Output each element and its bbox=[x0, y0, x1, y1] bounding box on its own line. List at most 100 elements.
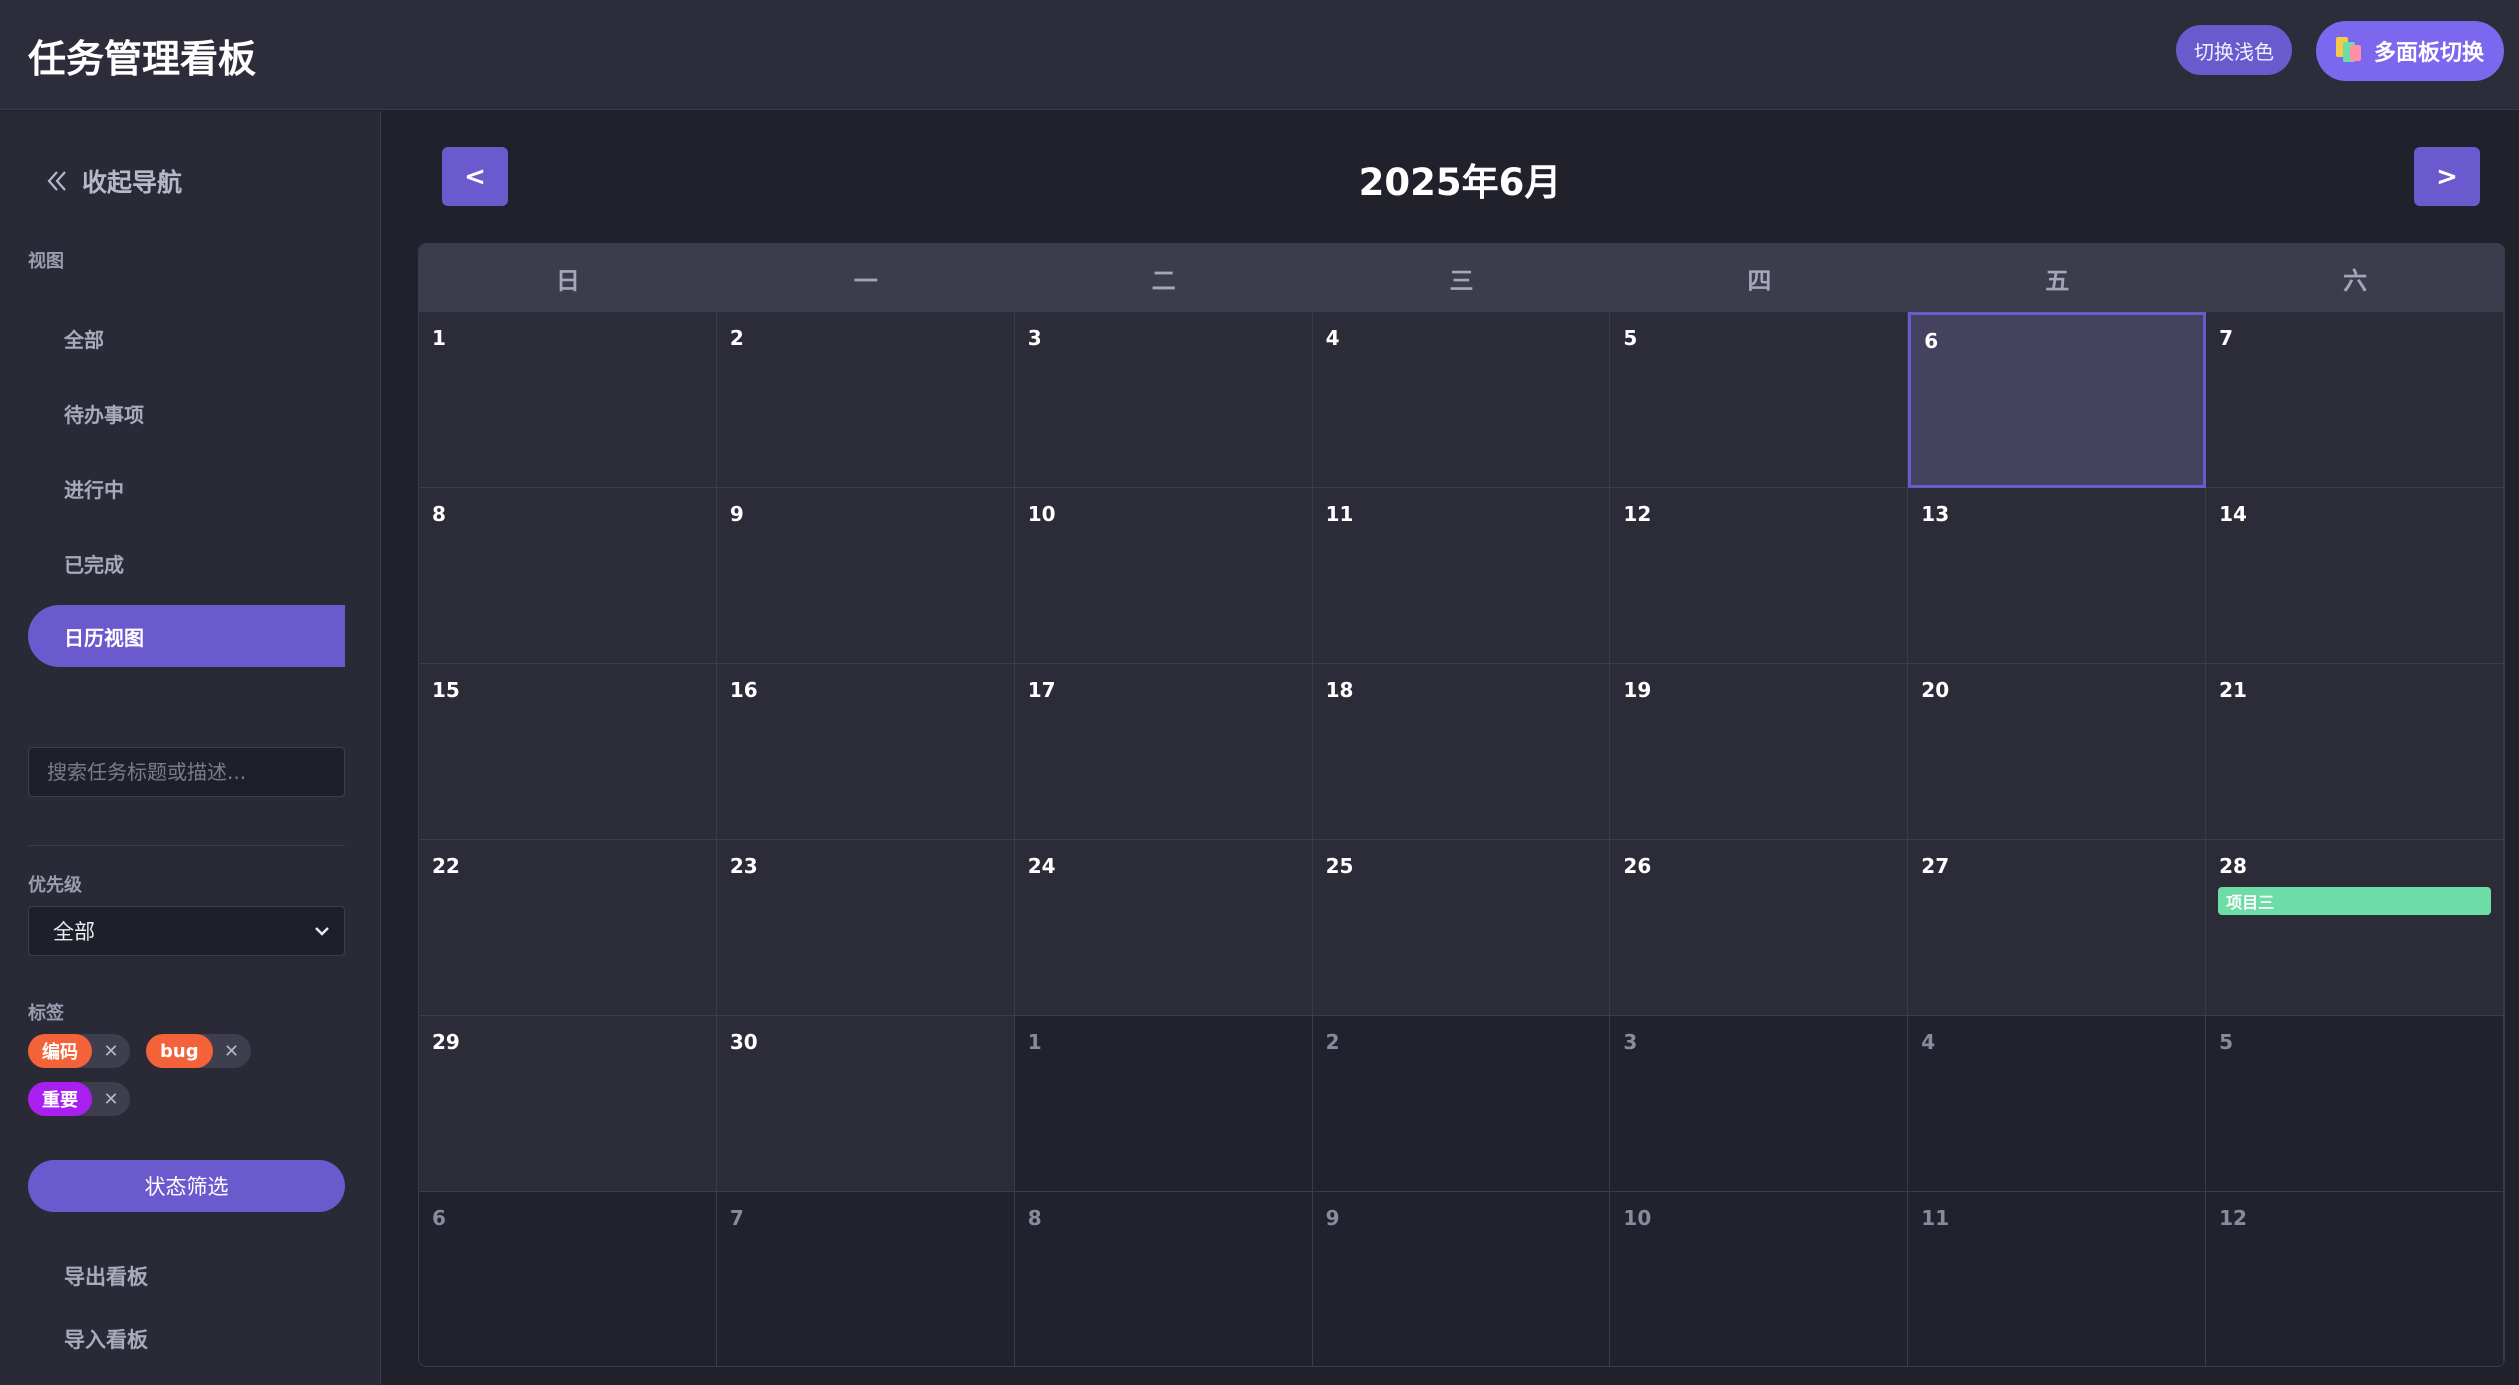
multi-board-label: 多面板切换 bbox=[2373, 41, 2484, 66]
month-title: 2025年6月 bbox=[1358, 161, 1562, 204]
calendar-day[interactable]: 10 bbox=[1014, 488, 1313, 664]
search-input[interactable] bbox=[28, 747, 345, 797]
day-number: 19 bbox=[1623, 678, 1652, 702]
nav-item-todo[interactable]: 待办事项 bbox=[28, 382, 345, 444]
day-number: 24 bbox=[1027, 854, 1056, 878]
calendar-day[interactable]: 2 bbox=[716, 312, 1015, 488]
calendar-event[interactable]: 项目三 bbox=[2218, 887, 2491, 915]
collapse-nav-button[interactable]: 收起导航 bbox=[46, 163, 182, 199]
calendar-day[interactable]: 5 bbox=[1610, 312, 1909, 488]
calendar-day[interactable]: 14 bbox=[2206, 488, 2504, 664]
tag-name: bug bbox=[146, 1034, 213, 1068]
day-number: 13 bbox=[1921, 502, 1950, 526]
calendar-day[interactable]: 11 bbox=[1312, 488, 1611, 664]
calendar-day[interactable]: 24 bbox=[1014, 840, 1313, 1016]
calendar-day[interactable]: 9 bbox=[716, 488, 1015, 664]
day-number: 17 bbox=[1027, 678, 1056, 702]
calendar-day[interactable]: 13 bbox=[1908, 488, 2207, 664]
day-number: 27 bbox=[1921, 854, 1950, 878]
calendar-day[interactable]: 9 bbox=[1312, 1192, 1611, 1366]
calendar-day[interactable]: 16 bbox=[716, 664, 1015, 840]
calendar-day[interactable]: 7 bbox=[2206, 312, 2504, 488]
calendar-day[interactable]: 5 bbox=[2206, 1016, 2504, 1192]
day-number: 22 bbox=[432, 854, 460, 878]
calendar-day[interactable]: 8 bbox=[419, 488, 717, 664]
calendar-day[interactable]: 4 bbox=[1908, 1016, 2207, 1192]
calendar-day-today[interactable]: 6 bbox=[1908, 312, 2207, 488]
export-board-link[interactable]: 导出看板 bbox=[64, 1261, 148, 1291]
day-number: 4 bbox=[1325, 326, 1340, 350]
day-number: 12 bbox=[1623, 502, 1652, 526]
weekday-label: 一 bbox=[853, 266, 878, 295]
day-number: 8 bbox=[432, 502, 446, 526]
nav-item-in-progress[interactable]: 进行中 bbox=[28, 457, 345, 519]
day-number: 14 bbox=[2219, 502, 2247, 526]
colored-panels-icon bbox=[2335, 37, 2362, 65]
calendar-day[interactable]: 10 bbox=[1610, 1192, 1909, 1366]
calendar-day[interactable]: 12 bbox=[2206, 1192, 2504, 1366]
day-number: 15 bbox=[432, 678, 460, 702]
day-number: 4 bbox=[1921, 1030, 1936, 1054]
prev-month-button[interactable]: < bbox=[442, 147, 508, 206]
close-icon[interactable]: ✕ bbox=[92, 1041, 130, 1062]
day-number: 21 bbox=[2219, 678, 2247, 702]
day-number: 5 bbox=[1623, 326, 1638, 350]
calendar-day[interactable]: 11 bbox=[1908, 1192, 2207, 1366]
calendar-day[interactable]: 30 bbox=[716, 1016, 1015, 1192]
close-icon[interactable]: ✕ bbox=[92, 1089, 130, 1110]
calendar-day[interactable]: 27 bbox=[1908, 840, 2207, 1016]
calendar-days: 1 2 3 4 5 6 7 8 9 10 11 12 13 14 15 16 17 18 19 20 21 22 23 24 2… bbox=[419, 312, 2504, 1366]
nav-item-done[interactable]: 已完成 bbox=[28, 532, 345, 594]
day-number: 7 bbox=[729, 1206, 744, 1230]
nav-item-all[interactable]: 全部 bbox=[28, 307, 345, 369]
day-number: 28 bbox=[2219, 854, 2247, 878]
day-number: 2 bbox=[729, 326, 744, 350]
next-month-button[interactable]: > bbox=[2414, 147, 2480, 206]
calendar-day[interactable]: 3 bbox=[1610, 1016, 1909, 1192]
calendar-day[interactable]: 25 bbox=[1312, 840, 1611, 1016]
calendar-day[interactable]: 8 bbox=[1014, 1192, 1313, 1366]
multi-board-button[interactable]: 多面板切换 bbox=[2316, 21, 2504, 81]
calendar-day[interactable]: 20 bbox=[1908, 664, 2207, 840]
calendar-day[interactable]: 15 bbox=[419, 664, 717, 840]
calendar-day[interactable]: 19 bbox=[1610, 664, 1909, 840]
day-number: 7 bbox=[2219, 326, 2234, 350]
calendar-day[interactable]: 7 bbox=[716, 1192, 1015, 1366]
calendar-day[interactable]: 23 bbox=[716, 840, 1015, 1016]
tags-label: 标签 bbox=[28, 1003, 64, 1024]
calendar-day[interactable]: 4 bbox=[1312, 312, 1611, 488]
calendar-day[interactable]: 22 bbox=[419, 840, 717, 1016]
calendar-day[interactable]: 26 bbox=[1610, 840, 1909, 1016]
day-number: 29 bbox=[432, 1030, 460, 1054]
calendar-day[interactable]: 29 bbox=[419, 1016, 717, 1192]
calendar-day[interactable]: 2 bbox=[1312, 1016, 1611, 1192]
day-number: 10 bbox=[1623, 1206, 1652, 1230]
calendar-day[interactable]: 6 bbox=[419, 1192, 717, 1366]
double-chevron-left-icon bbox=[47, 171, 66, 191]
day-number: 23 bbox=[729, 854, 758, 878]
day-number: 11 bbox=[1921, 1206, 1950, 1230]
calendar-grid: 日 一 二 三 四 五 六 1 2 3 4 5 6 7 8 9 10 11 12 13 14 15 16 17 1… bbox=[418, 243, 2505, 1367]
calendar-day[interactable]: 18 bbox=[1312, 664, 1611, 840]
calendar-day[interactable]: 17 bbox=[1014, 664, 1313, 840]
day-number: 8 bbox=[1027, 1206, 1042, 1230]
tag-chip: 重要 ✕ bbox=[28, 1082, 130, 1116]
collapse-nav-label: 收起导航 bbox=[82, 168, 183, 197]
status-filter-button[interactable]: 状态筛选 bbox=[28, 1160, 345, 1212]
calendar-day[interactable]: 1 bbox=[1014, 1016, 1313, 1192]
calendar-day[interactable]: 12 bbox=[1610, 488, 1909, 664]
day-number: 6 bbox=[1924, 329, 1939, 353]
calendar-day[interactable]: 28 项目三 bbox=[2206, 840, 2504, 1016]
close-icon[interactable]: ✕ bbox=[213, 1041, 251, 1062]
priority-select[interactable]: 全部 bbox=[28, 906, 345, 956]
nav-item-calendar-view[interactable]: 日历视图 bbox=[28, 605, 345, 667]
tag-chip: 编码 ✕ bbox=[28, 1034, 130, 1068]
tag-name: 编码 bbox=[28, 1034, 92, 1068]
import-board-link[interactable]: 导入看板 bbox=[64, 1324, 148, 1354]
theme-toggle-button[interactable]: 切换浅色 bbox=[2176, 25, 2292, 75]
calendar-day[interactable]: 1 bbox=[419, 312, 717, 488]
sidebar-divider bbox=[28, 845, 345, 846]
calendar-day[interactable]: 3 bbox=[1014, 312, 1313, 488]
calendar-day[interactable]: 21 bbox=[2206, 664, 2504, 840]
app-header: 任务管理看板 切换浅色 多面板切换 bbox=[0, 0, 2519, 110]
